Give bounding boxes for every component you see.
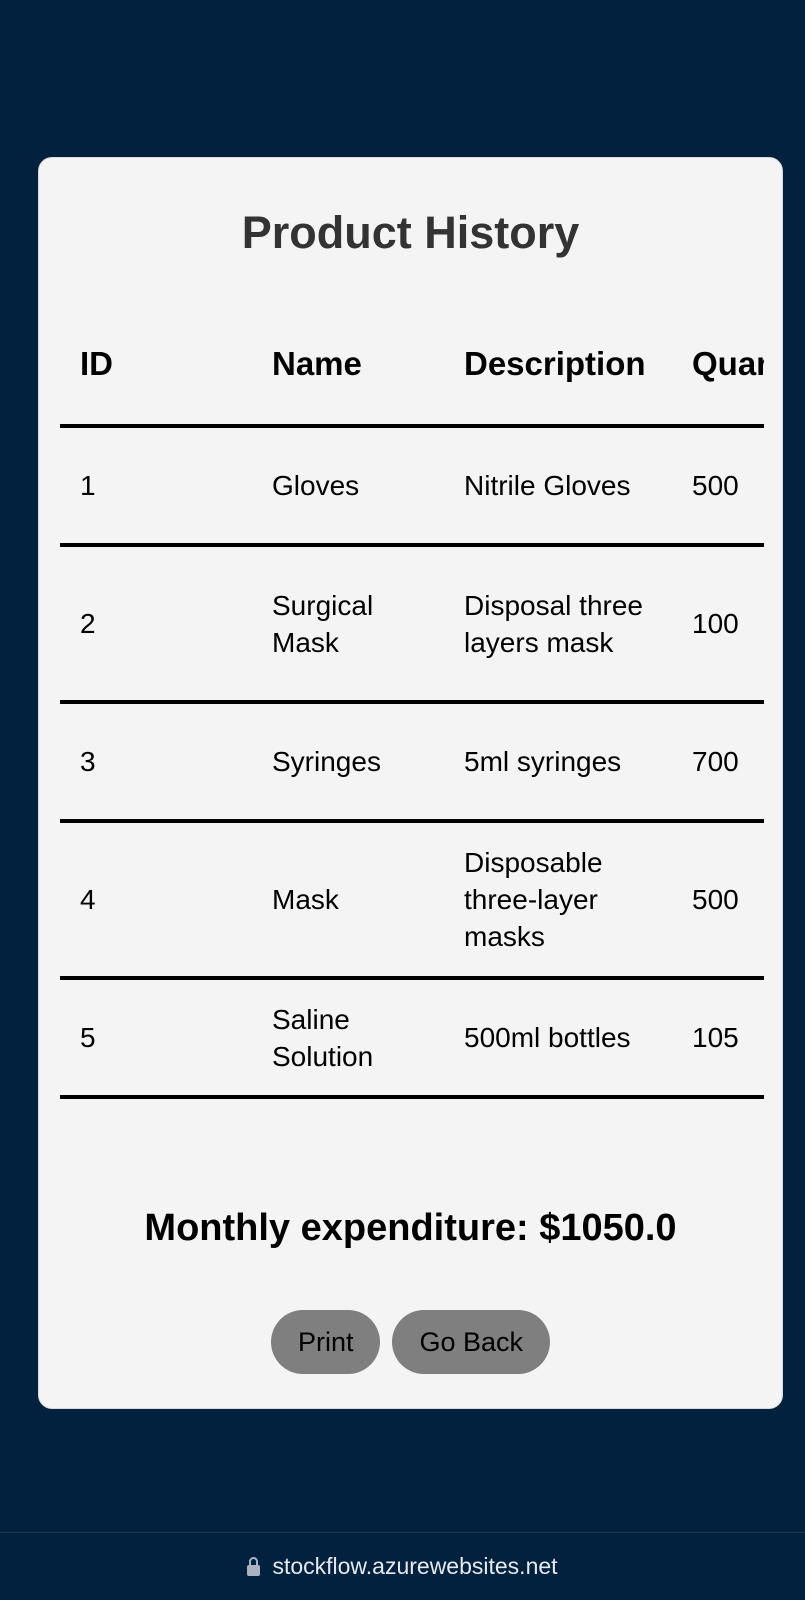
monthly-expenditure: Monthly expenditure: $1050.0 (144, 1207, 677, 1249)
cell-quantity: 700 (672, 702, 764, 823)
cell-name: Surgical Mask (252, 545, 444, 704)
action-buttons: Print Go Back (39, 1310, 782, 1374)
cell-name: Mask (252, 821, 444, 980)
table-row: 3 Syringes 5ml syringes 700 (60, 702, 764, 823)
cell-name: Saline Solution (252, 978, 444, 1099)
url-text: stockflow.azurewebsites.net (272, 1553, 558, 1579)
cell-description: Disposable three-layer masks (444, 821, 672, 980)
table-header-row: ID Name Description Quantity (60, 303, 764, 428)
page-title: Product History (241, 207, 580, 258)
cell-id: 5 (60, 978, 252, 1099)
print-button[interactable]: Print (270, 1310, 381, 1374)
table-row: 5 Saline Solution 500ml bottles 105 (60, 978, 764, 1099)
cell-name: Syringes (252, 702, 444, 823)
cell-id: 1 (60, 426, 252, 547)
lock-icon (247, 1557, 261, 1576)
browser-address-bar[interactable]: stockflow.azurewebsites.net (0, 1532, 805, 1600)
column-header-name: Name (252, 303, 444, 428)
cell-description: 500ml bottles (444, 978, 672, 1099)
product-history-card: Product History ID Name Description Quan… (38, 157, 783, 1409)
go-back-button[interactable]: Go Back (392, 1310, 551, 1374)
cell-quantity: 500 (672, 821, 764, 980)
cell-description: 5ml syringes (444, 702, 672, 823)
cell-quantity: 100 (672, 545, 764, 704)
cell-id: 3 (60, 702, 252, 823)
table-row: 2 Surgical Mask Disposal three layers ma… (60, 545, 764, 704)
column-header-id: ID (60, 303, 252, 428)
cell-id: 4 (60, 821, 252, 980)
column-header-quantity: Quantity (672, 303, 764, 428)
cell-quantity: 500 (672, 426, 764, 547)
cell-description: Nitrile Gloves (444, 426, 672, 547)
cell-description: Disposal three layers mask (444, 545, 672, 704)
column-header-description: Description (444, 303, 672, 428)
cell-quantity: 105 (672, 978, 764, 1099)
table-row: 4 Mask Disposable three-layer masks 500 (60, 821, 764, 980)
cell-id: 2 (60, 545, 252, 704)
product-history-table: ID Name Description Quantity 1 Gloves Ni… (60, 303, 764, 1099)
table-row: 1 Gloves Nitrile Gloves 500 (60, 426, 764, 547)
cell-name: Gloves (252, 426, 444, 547)
history-table-container[interactable]: ID Name Description Quantity 1 Gloves Ni… (60, 303, 764, 1099)
